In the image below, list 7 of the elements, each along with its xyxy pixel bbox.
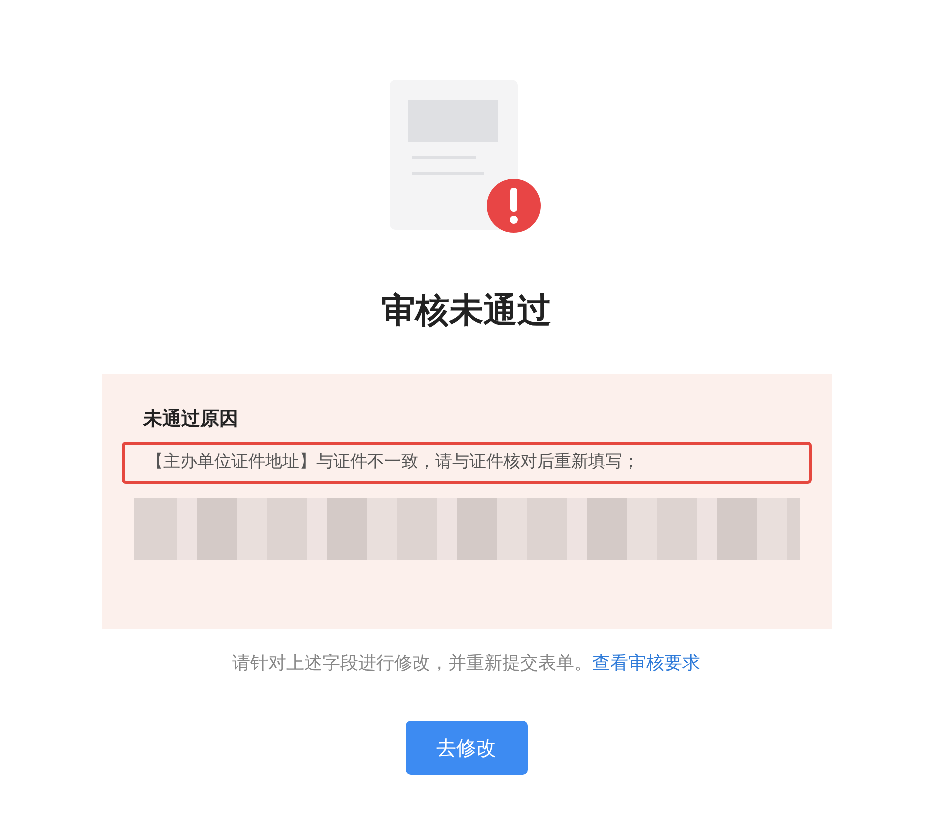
review-failed-title: 审核未通过 — [382, 290, 552, 333]
reason-heading: 未通过原因 — [144, 407, 240, 432]
reason-text: 【主办单位证件地址】与证件不一致，请与证件核对后重新填写； — [122, 442, 812, 484]
review-requirements-link[interactable]: 查看审核要求 — [592, 653, 700, 674]
hint-text: 请针对上述字段进行修改，并重新提交表单。查看审核要求 — [232, 652, 700, 675]
go-edit-button[interactable]: 去修改 — [406, 721, 528, 775]
document-error-icon — [390, 80, 544, 236]
